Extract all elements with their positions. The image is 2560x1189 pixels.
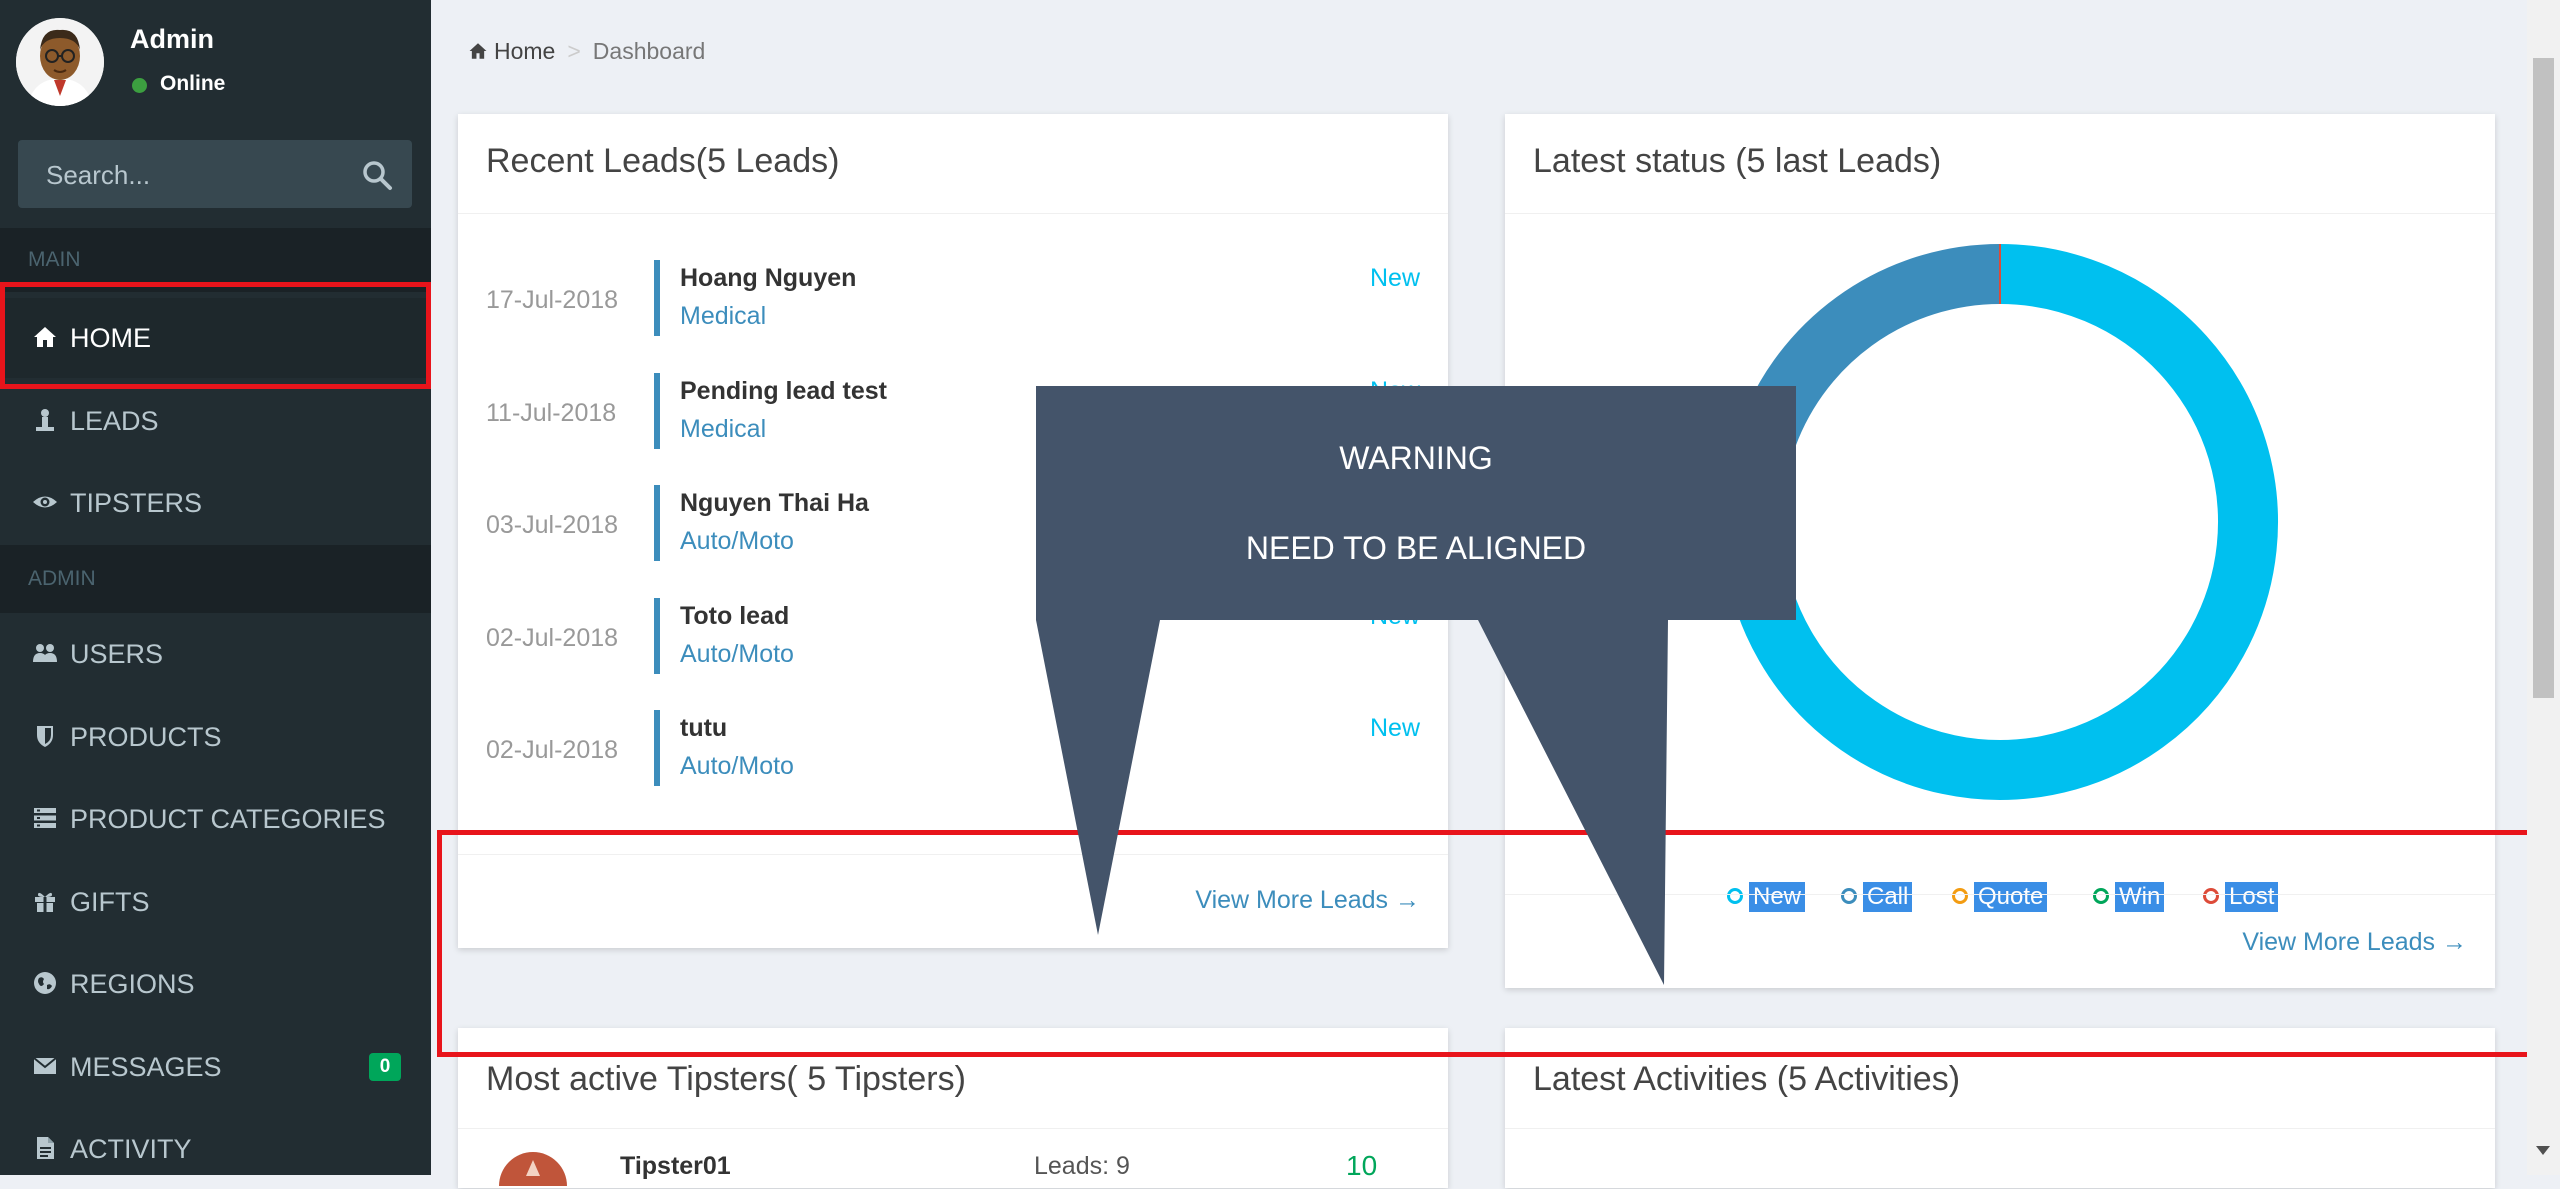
sidebar-item-tipsters[interactable]: TIPSTERS <box>0 463 431 543</box>
lead-date: 03-Jul-2018 <box>486 511 619 539</box>
lead-category[interactable]: Auto/Moto <box>680 752 794 781</box>
sidebar-item-label: TIPSTERS <box>70 488 203 518</box>
messages-badge: 0 <box>369 1053 401 1081</box>
users-icon <box>33 644 57 662</box>
search-form <box>18 140 412 210</box>
breadcrumb-home-link[interactable]: Home <box>494 38 555 64</box>
card-divider <box>1505 213 2495 214</box>
globe-icon <box>34 972 56 994</box>
callout-warning-text: WARNING <box>1339 440 1493 476</box>
envelope-icon <box>33 1057 57 1074</box>
donut-slice-call[interactable] <box>1735 244 2001 456</box>
sidebar-item-gifts[interactable]: GIFTS <box>0 862 431 942</box>
lead-marker <box>654 598 660 674</box>
lead-status: New <box>1369 264 1420 292</box>
lead-row[interactable]: 02-Jul-2018 tutu Auto/Moto New <box>458 710 1448 790</box>
user-name: Admin <box>130 24 214 54</box>
card-divider <box>1505 1128 2495 1129</box>
lead-row[interactable]: 17-Jul-2018 Hoang Nguyen Medical New <box>458 260 1448 340</box>
sidebar-item-label: GIFTS <box>70 887 150 917</box>
lead-marker <box>654 260 660 336</box>
lead-marker <box>654 710 660 786</box>
tipster-avatar <box>499 1152 567 1186</box>
lead-status: New <box>1369 714 1420 742</box>
scrollbar-thumb[interactable] <box>2533 58 2554 698</box>
search-icon[interactable] <box>360 158 394 192</box>
sidebar: Admin Online MAIN HOME LEADS TIPSTERS AD… <box>0 0 431 1175</box>
sidebar-item-product-categories[interactable]: PRODUCT CATEGORIES <box>0 779 431 859</box>
lead-date: 17-Jul-2018 <box>486 286 619 314</box>
lead-date: 02-Jul-2018 <box>486 736 619 764</box>
lead-name[interactable]: Nguyen Thai Ha <box>680 489 869 518</box>
lead-date: 11-Jul-2018 <box>486 399 617 427</box>
recent-leads-title: Recent Leads(5 Leads) <box>486 142 840 180</box>
active-tipsters-title: Most active Tipsters( 5 Tipsters) <box>486 1060 966 1098</box>
user-status: Online <box>160 72 226 95</box>
lead-name[interactable]: tutu <box>680 714 727 743</box>
highlight-home-box <box>0 282 431 389</box>
lead-category[interactable]: Medical <box>680 415 766 444</box>
user-panel: Admin Online <box>0 0 431 125</box>
sidebar-item-leads[interactable]: LEADS <box>0 381 431 461</box>
sidebar-item-label: USERS <box>70 639 164 669</box>
lead-category[interactable]: Medical <box>680 302 766 331</box>
sidebar-item-messages[interactable]: MESSAGES 0 <box>0 1027 431 1107</box>
breadcrumb-current: Dashboard <box>592 38 706 64</box>
avatar-image <box>16 18 104 106</box>
sidebar-item-label: PRODUCT CATEGORIES <box>70 804 386 834</box>
lead-date: 02-Jul-2018 <box>486 624 619 652</box>
sidebar-item-regions[interactable]: REGIONS <box>0 944 431 1024</box>
sidebar-item-label: PRODUCTS <box>70 722 222 752</box>
sidebar-item-label: REGIONS <box>70 969 195 999</box>
lead-status: New <box>1369 602 1420 630</box>
latest-status-title: Latest status (5 last Leads) <box>1533 142 1942 180</box>
lead-category[interactable]: Auto/Moto <box>680 527 794 556</box>
lead-name[interactable]: Hoang Nguyen <box>680 264 856 293</box>
gift-icon <box>35 892 55 912</box>
lead-status: New <box>1369 489 1420 517</box>
lead-status: New <box>1369 377 1420 405</box>
lead-name[interactable]: Toto lead <box>680 602 789 631</box>
person-icon <box>36 409 54 431</box>
lead-marker <box>654 373 660 449</box>
card-divider <box>458 213 1448 214</box>
sidebar-item-users[interactable]: USERS <box>0 614 431 694</box>
sidebar-item-label: ACTIVITY <box>70 1134 192 1164</box>
shield-icon <box>37 726 53 747</box>
sidebar-item-activity[interactable]: ACTIVITY <box>0 1109 431 1189</box>
callout-message-text: NEED TO BE ALIGNED <box>1245 530 1587 566</box>
breadcrumb-separator: > <box>567 38 581 64</box>
home-icon <box>469 43 487 59</box>
online-status-icon <box>132 78 147 93</box>
file-icon <box>37 1137 54 1159</box>
eye-icon <box>33 496 57 508</box>
sidebar-header-admin: ADMIN <box>0 545 431 613</box>
breadcrumb: Home > Dashboard <box>468 38 705 65</box>
sidebar-item-label: LEADS <box>70 406 159 436</box>
lead-name[interactable]: Pending lead test <box>680 377 887 406</box>
tipster-name[interactable]: Tipster01 <box>620 1152 731 1181</box>
lead-category[interactable]: Auto/Moto <box>680 640 794 669</box>
page-scrollbar[interactable] <box>2527 0 2560 1175</box>
sidebar-item-products[interactable]: PRODUCTS <box>0 697 431 777</box>
latest-activities-title: Latest Activities (5 Activities) <box>1533 1060 1961 1098</box>
scroll-down-icon[interactable] <box>2536 1146 2550 1155</box>
card-divider <box>458 1128 1448 1129</box>
list-icon <box>34 808 56 828</box>
search-input[interactable] <box>18 140 368 210</box>
tipster-score: 10 <box>1346 1150 1378 1181</box>
tipster-leads: Leads: 9 <box>1034 1152 1130 1180</box>
lead-row[interactable]: 02-Jul-2018 Toto lead Auto/Moto New <box>458 598 1448 678</box>
sidebar-item-label: MESSAGES <box>70 1052 222 1082</box>
avatar[interactable] <box>16 18 104 106</box>
lead-marker <box>654 485 660 561</box>
highlight-alignment-box <box>437 830 2560 1057</box>
